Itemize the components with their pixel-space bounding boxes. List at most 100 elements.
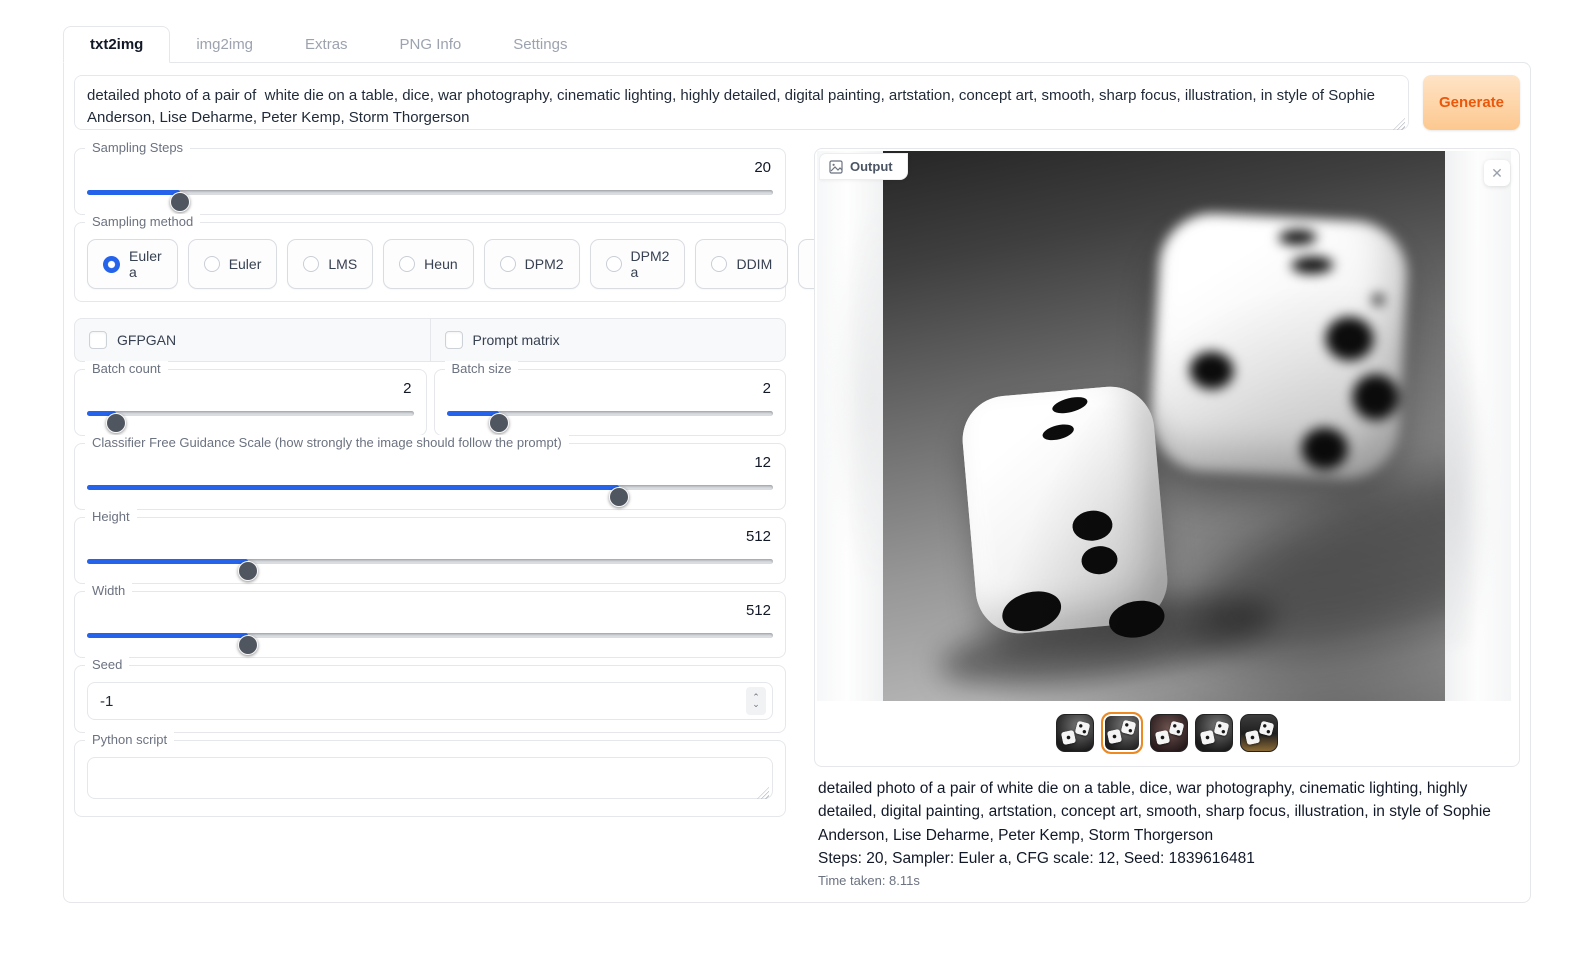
generate-button[interactable]: Generate (1423, 75, 1520, 130)
prompt-row: detailed photo of a pair of white die on… (74, 75, 1520, 135)
slider-knob[interactable] (238, 561, 258, 581)
slider-knob[interactable] (609, 487, 629, 507)
seed-label: Seed (85, 657, 129, 672)
die-shadow (1171, 416, 1445, 697)
gallery-thumbnail-1[interactable] (1056, 714, 1094, 752)
radio-icon (204, 256, 220, 272)
sampler-option-ddim[interactable]: DDIM (695, 239, 788, 289)
sampling-steps-label: Sampling Steps (85, 140, 190, 155)
die-shadow (935, 580, 1282, 701)
sampling-steps-value: 20 (87, 159, 771, 176)
tab-img2img[interactable]: img2img (170, 27, 279, 62)
caption-prompt: detailed photo of a pair of white die on… (818, 777, 1516, 847)
width-slider[interactable] (87, 625, 773, 645)
app: txt2imgimg2imgExtrasPNG InfoSettings det… (63, 25, 1531, 903)
height-slider[interactable] (87, 551, 773, 571)
radio-icon (606, 256, 622, 272)
slider-knob[interactable] (238, 635, 258, 655)
tab-Extras[interactable]: Extras (279, 27, 374, 62)
batch-count-group: Batch count 2 (74, 369, 427, 436)
batch-size-group: Batch size 2 (434, 369, 787, 436)
sampler-option-label: Euler a (129, 248, 162, 280)
gfpgan-checkbox[interactable]: GFPGAN (75, 319, 430, 361)
output-image[interactable] (883, 151, 1445, 701)
gallery-thumbnail-5[interactable] (1240, 714, 1278, 752)
sampler-option-heun[interactable]: Heun (383, 239, 473, 289)
python-script-label: Python script (85, 732, 174, 747)
sampler-option-label: Euler (229, 256, 262, 272)
sampling-steps-slider[interactable] (87, 182, 773, 202)
prompt-matrix-checkbox[interactable]: Prompt matrix (430, 319, 786, 361)
die-left (959, 383, 1171, 637)
tab-Settings[interactable]: Settings (487, 27, 593, 62)
close-icon[interactable]: ✕ (1484, 160, 1510, 186)
checkbox-icon (89, 331, 107, 349)
gallery-prev-peek[interactable] (817, 151, 883, 701)
batch-count-slider[interactable] (87, 403, 414, 423)
slider-knob[interactable] (170, 192, 190, 212)
sampling-method-group: Sampling method Euler aEulerLMSHeunDPM2D… (74, 222, 786, 302)
seed-group: Seed ⌃ ⌄ (74, 665, 786, 733)
gallery-thumbnail-4[interactable] (1195, 714, 1233, 752)
output-gallery: Output ✕ (814, 148, 1520, 767)
height-group: Height 512 (74, 517, 786, 584)
gallery-stage (817, 151, 1517, 701)
radio-icon (103, 256, 120, 273)
batch-count-value: 2 (87, 380, 412, 397)
postprocess-options: GFPGAN Prompt matrix (74, 318, 786, 362)
cfg-scale-group: Classifier Free Guidance Scale (how stro… (74, 443, 786, 510)
settings-column: Sampling Steps 20 Sampling method Euler … (74, 148, 786, 888)
sampling-method-label: Sampling method (85, 214, 200, 229)
checkbox-icon (445, 331, 463, 349)
cfg-scale-value: 12 (87, 454, 771, 471)
tab-PNG Info[interactable]: PNG Info (374, 27, 488, 62)
gfpgan-label: GFPGAN (117, 332, 176, 348)
gallery-next-peek[interactable] (1445, 151, 1511, 701)
seed-input[interactable] (88, 693, 746, 710)
width-group: Width 512 (74, 591, 786, 658)
batch-size-label: Batch size (445, 361, 519, 376)
sampler-option-label: LMS (328, 256, 357, 272)
sampler-option-label: Heun (424, 256, 457, 272)
tab-bar: txt2imgimg2imgExtrasPNG InfoSettings (63, 25, 1531, 62)
die-right (1148, 211, 1409, 482)
output-column: Output ✕ (814, 148, 1520, 888)
output-panel-tab: Output (819, 153, 908, 180)
gallery-thumbnail-2[interactable] (1101, 712, 1143, 754)
gallery-thumbnail-3[interactable] (1150, 714, 1188, 752)
prompt-input[interactable]: detailed photo of a pair of white die on… (74, 75, 1409, 130)
radio-icon (500, 256, 516, 272)
tab-txt2img[interactable]: txt2img (63, 26, 170, 63)
python-script-group: Python script (74, 740, 786, 817)
spinner-down-icon[interactable]: ⌄ (746, 701, 766, 708)
seed-stepper[interactable]: ⌃ ⌄ (746, 687, 766, 715)
slider-knob[interactable] (106, 413, 126, 433)
sampler-option-label: DPM2 (525, 256, 564, 272)
output-panel-label: Output (850, 159, 893, 174)
batch-size-value: 2 (447, 380, 772, 397)
caption-params: Steps: 20, Sampler: Euler a, CFG scale: … (818, 847, 1516, 870)
radio-icon (303, 256, 319, 272)
sampler-option-dpm2-a[interactable]: DPM2 a (590, 239, 686, 289)
sampler-option-lms[interactable]: LMS (287, 239, 373, 289)
generation-info: detailed photo of a pair of white die on… (818, 777, 1516, 888)
sampler-option-euler-a[interactable]: Euler a (87, 239, 178, 289)
batch-count-label: Batch count (85, 361, 168, 376)
width-label: Width (85, 583, 132, 598)
height-value: 512 (87, 528, 771, 545)
radio-icon (399, 256, 415, 272)
txt2img-panel: detailed photo of a pair of white die on… (63, 62, 1531, 903)
width-value: 512 (87, 602, 771, 619)
thumbnail-row (817, 712, 1517, 754)
sampler-option-euler[interactable]: Euler (188, 239, 278, 289)
height-label: Height (85, 509, 137, 524)
image-icon (829, 160, 843, 174)
cfg-scale-slider[interactable] (87, 477, 773, 497)
sampler-option-label: DPM2 a (631, 248, 670, 280)
batch-size-slider[interactable] (447, 403, 774, 423)
python-script-input[interactable] (87, 757, 773, 799)
sampling-method-options: Euler aEulerLMSHeunDPM2DPM2 aDDIMPLMS (87, 239, 773, 289)
sampler-option-dpm2[interactable]: DPM2 (484, 239, 580, 289)
cfg-scale-label: Classifier Free Guidance Scale (how stro… (85, 435, 569, 450)
slider-knob[interactable] (489, 413, 509, 433)
